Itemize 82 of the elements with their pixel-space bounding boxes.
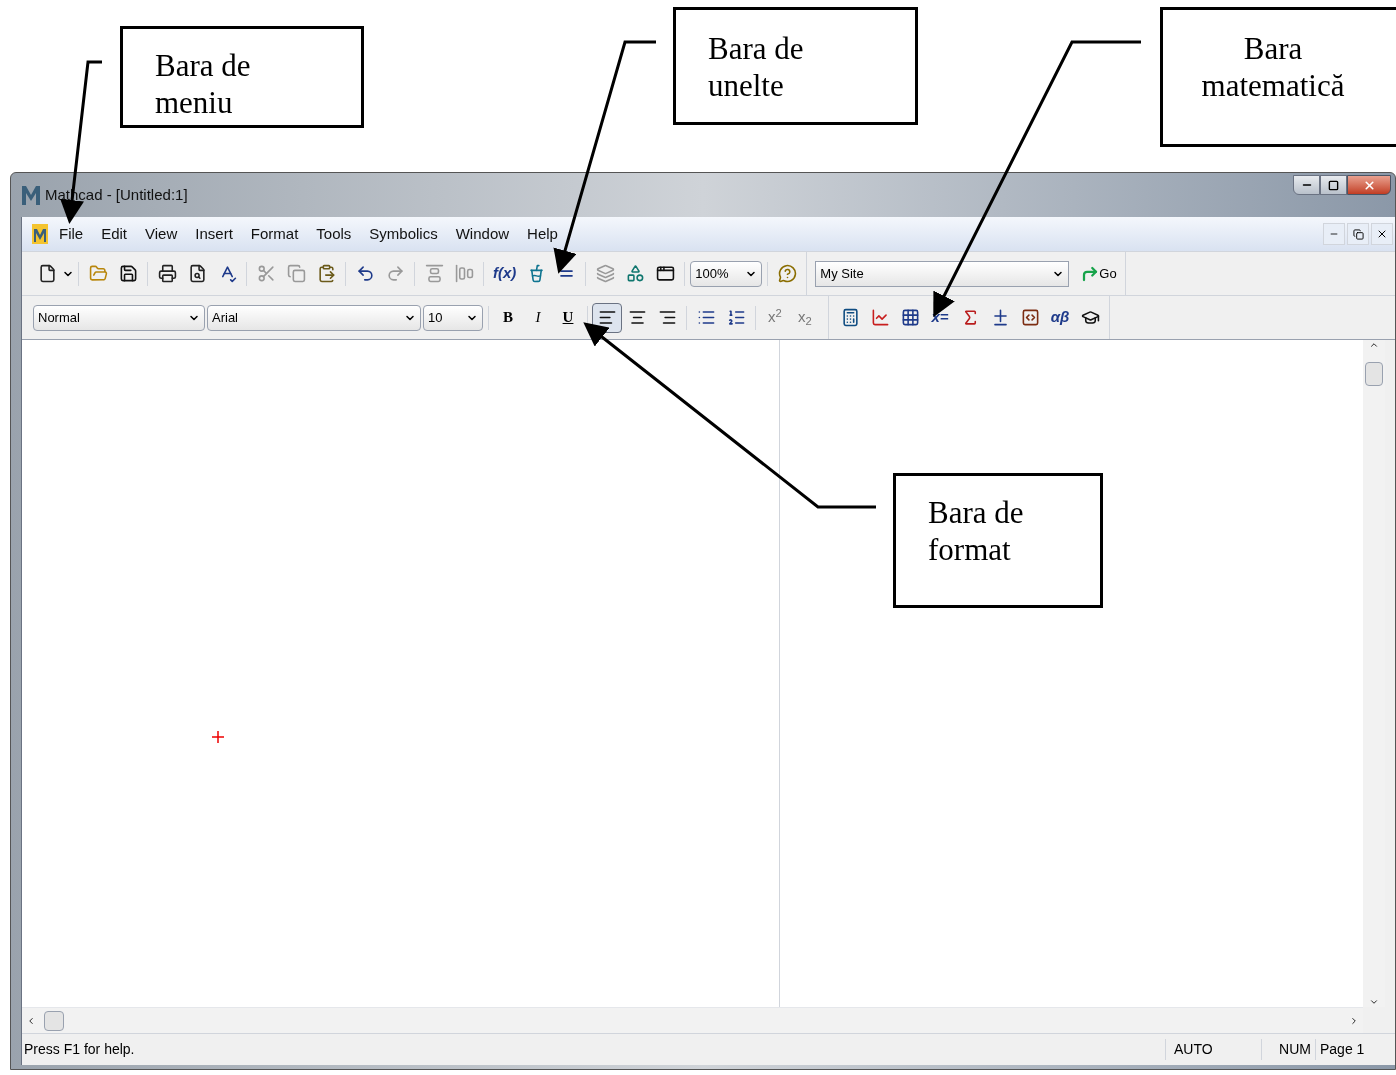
arrow-icon: [1081, 264, 1100, 283]
menu-item[interactable]: Tools: [307, 222, 361, 246]
new-file-icon: [37, 264, 57, 283]
callout-text: unelte: [708, 67, 785, 104]
shapes-icon: [625, 264, 645, 283]
menu-item[interactable]: Help: [518, 222, 567, 246]
document-icon: [30, 223, 50, 245]
save-icon: [118, 264, 138, 283]
printer-icon: [157, 264, 177, 283]
callout-text: Bara de: [928, 494, 1025, 531]
program-icon: [1020, 308, 1040, 327]
window-icon: [655, 264, 675, 283]
scroll-right-icon: [1349, 1015, 1359, 1026]
paste-icon: [316, 264, 336, 283]
dropdown-field[interactable]: Normal: [33, 304, 205, 331]
scroll-up-icon: [1369, 340, 1379, 350]
dropdown-value: Arial: [212, 308, 238, 327]
align-left-icon: [597, 308, 617, 327]
toolbar-button[interactable]: f(x): [488, 258, 522, 289]
copy-icon: [286, 264, 306, 283]
menu-item[interactable]: File: [50, 222, 93, 246]
callout-text: Bara: [1242, 30, 1304, 67]
status-page: Page 1: [1315, 1039, 1395, 1060]
scroll-thumb[interactable]: [1365, 362, 1383, 386]
toolbar-button[interactable]: x=: [925, 302, 955, 333]
toolbar-button[interactable]: U: [553, 302, 583, 333]
numbered-list-icon: [726, 308, 746, 327]
align-top-icon: [424, 264, 444, 283]
menu-item[interactable]: Edit: [92, 222, 137, 246]
scissors-icon: [256, 264, 276, 283]
callout-text: format: [928, 531, 1012, 568]
help-icon: [777, 264, 797, 283]
callout-text: Bara de: [155, 47, 252, 84]
status-mode: AUTO: [1165, 1039, 1255, 1060]
callout-text: Bara de: [708, 30, 805, 67]
scroll-thumb[interactable]: [44, 1010, 64, 1031]
menu-item[interactable]: View: [136, 222, 187, 246]
go-button[interactable]: Go: [1081, 263, 1117, 284]
horizontal-scrollbar[interactable]: [22, 1007, 1363, 1033]
toolbar-button[interactable]: B: [493, 302, 523, 333]
minimize-button[interactable]: [1293, 175, 1320, 195]
bullet-list-icon: [696, 308, 716, 327]
calculator-icon: [840, 308, 860, 327]
callout-text: meniu: [155, 84, 234, 121]
status-message: Press F1 for help.: [24, 1040, 136, 1059]
scroll-down-icon: [1369, 997, 1379, 1007]
menu-item[interactable]: Symbolics: [360, 222, 447, 246]
folder-icon: [88, 264, 108, 283]
status-num: NUM: [1261, 1039, 1311, 1060]
align-right-icon: [657, 308, 677, 327]
callout-text: matematică: [1200, 67, 1346, 104]
app-logo-icon: [21, 184, 41, 206]
dropdown-field[interactable]: Arial: [207, 304, 421, 331]
close-icon: [1376, 228, 1388, 240]
cursor-crosshair-icon: [211, 730, 225, 744]
dropdown-field[interactable]: 100%: [690, 260, 763, 287]
toolbar-button[interactable]: αβ: [1045, 302, 1075, 333]
restore-button[interactable]: [1347, 223, 1369, 245]
align-left-icon: [454, 264, 474, 283]
dropdown-value: 100%: [695, 264, 729, 283]
dropdown-field[interactable]: 10: [423, 304, 483, 331]
site-value: My Site: [820, 264, 864, 283]
dropdown-value: Normal: [38, 308, 80, 327]
toolbar-button[interactable]: I: [523, 302, 553, 333]
align-center-icon: [627, 308, 647, 327]
dropdown-value: 10: [428, 308, 443, 327]
print-preview-icon: [187, 264, 207, 283]
close-icon: [1362, 178, 1376, 192]
undo-icon: [355, 264, 375, 283]
graph-icon: [870, 308, 890, 327]
layers-icon: [595, 264, 615, 283]
restore-icon: [1352, 228, 1364, 240]
menu-item[interactable]: Window: [446, 222, 519, 246]
menu-item[interactable]: Insert: [186, 222, 242, 246]
menu-item[interactable]: Format: [241, 222, 308, 246]
maximize-icon: [1328, 179, 1339, 191]
maximize-button[interactable]: [1320, 175, 1347, 195]
site-dropdown[interactable]: My Site: [815, 260, 1070, 287]
matrix-icon: [900, 308, 920, 327]
graduation-cap-icon: [1080, 308, 1100, 327]
redo-icon: [385, 264, 405, 283]
scroll-left-icon: [26, 1015, 36, 1026]
